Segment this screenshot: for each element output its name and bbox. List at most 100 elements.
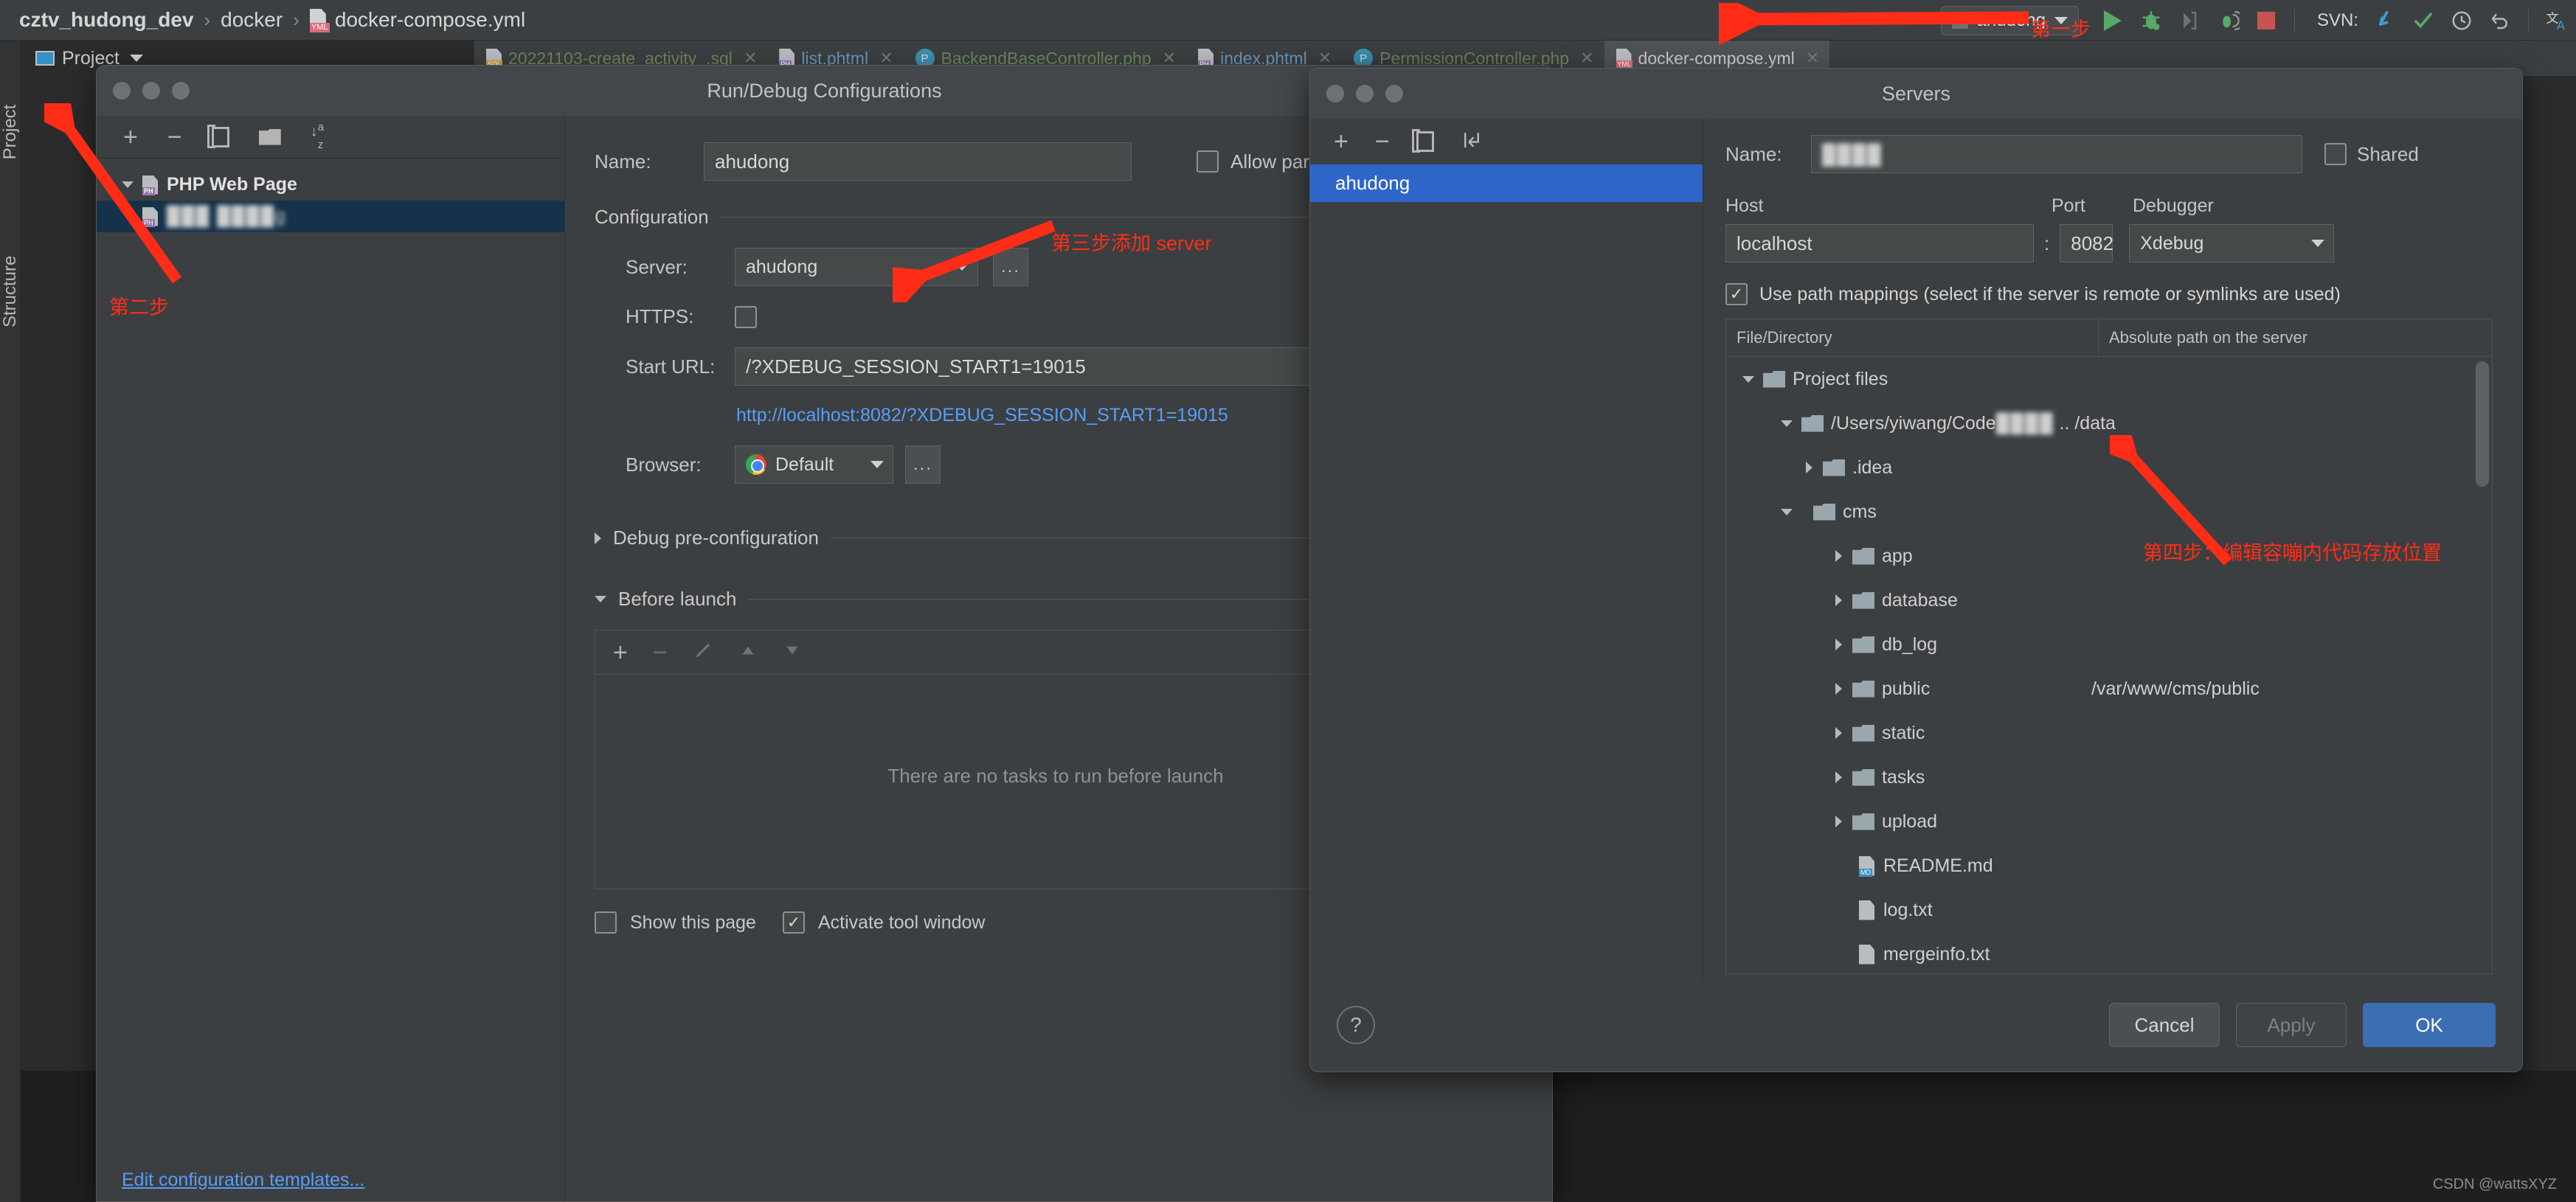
path-row-label: cms	[1843, 501, 1877, 522]
servers-dialog: Servers + − ahudong Name: ████ Shared Ho…	[1309, 68, 2523, 1072]
table-row[interactable]: cms	[1726, 490, 2492, 534]
remove-icon: −	[652, 638, 668, 667]
chevron-right-icon[interactable]	[1806, 462, 1812, 473]
chevron-right-icon[interactable]	[595, 532, 601, 544]
chevron-right-icon[interactable]	[1835, 683, 1842, 695]
chevron-down-icon[interactable]	[1742, 375, 1754, 383]
chevron-down-icon[interactable]	[129, 55, 143, 62]
folder-icon	[1823, 459, 1845, 476]
ok-button[interactable]: OK	[2363, 1003, 2496, 1047]
table-row[interactable]: mergeinfo.txt	[1726, 932, 2492, 973]
chevron-right-icon[interactable]	[1835, 816, 1842, 827]
breadcrumb-item-file[interactable]: docker-compose.yml	[335, 8, 525, 32]
copy-icon[interactable]	[207, 124, 229, 148]
browser-select[interactable]: Default	[735, 445, 893, 484]
apply-button[interactable]: Apply	[2236, 1003, 2347, 1047]
chevron-right-icon[interactable]	[1835, 594, 1842, 606]
add-icon[interactable]: +	[1334, 129, 1348, 154]
column-header-absolute-path: Absolute path on the server	[2109, 328, 2308, 347]
close-icon[interactable]: ✕	[1580, 49, 1593, 68]
table-row[interactable]: MD README.md	[1726, 844, 2492, 888]
svn-commit-icon[interactable]	[2404, 0, 2442, 41]
sidebar-item-project[interactable]: Project	[0, 103, 21, 161]
resolved-url-link[interactable]: http://localhost:8082/?XDEBUG_SESSION_ST…	[736, 405, 1228, 426]
sidebar-item-structure[interactable]: Structure	[0, 256, 21, 327]
use-path-mappings-row[interactable]: Use path mappings (select if the server …	[1725, 283, 2493, 305]
breadcrumb-item-project[interactable]: cztv_hudong_dev	[19, 8, 193, 32]
svn-rollback-icon[interactable]	[2481, 0, 2519, 41]
table-row[interactable]: upload	[1726, 799, 2492, 844]
table-row[interactable]: /Users/yiwang/Code████ .. /data	[1726, 401, 2492, 445]
server-list-item[interactable]: ahudong	[1310, 164, 1703, 202]
server-browse-button[interactable]: ...	[993, 248, 1028, 286]
use-path-mappings-checkbox[interactable]	[1725, 283, 1748, 305]
host-input[interactable]: localhost	[1725, 224, 2034, 263]
remove-icon[interactable]: −	[167, 125, 182, 150]
new-folder-icon[interactable]	[258, 128, 281, 145]
activate-tool-window-checkbox[interactable]	[782, 911, 805, 934]
chrome-icon	[746, 454, 766, 475]
run-with-coverage-button[interactable]	[2209, 0, 2247, 41]
yml-file-icon: YML	[1616, 49, 1633, 69]
chevron-right-icon[interactable]	[1835, 771, 1842, 783]
run-button[interactable]	[2094, 0, 2132, 41]
show-this-page-checkbox[interactable]	[595, 911, 617, 934]
import-icon[interactable]	[1461, 129, 1483, 155]
close-window-button	[1326, 85, 1344, 103]
column-header-file-directory: File/Directory	[1726, 319, 2099, 356]
debugger-select[interactable]: Xdebug	[2129, 224, 2335, 263]
name-input[interactable]: ahudong	[704, 142, 1132, 181]
cancel-button[interactable]: Cancel	[2109, 1003, 2220, 1047]
window-traffic-lights[interactable]	[1326, 85, 1403, 103]
shared-checkbox[interactable]	[2324, 143, 2347, 165]
copy-icon[interactable]	[1411, 129, 1434, 153]
table-row[interactable]: static	[1726, 711, 2492, 755]
svn-history-icon[interactable]	[2442, 0, 2481, 41]
move-down-icon	[783, 641, 802, 664]
attach-debugger-button[interactable]	[2170, 0, 2209, 41]
remove-icon[interactable]: −	[1375, 129, 1390, 154]
chevron-down-icon[interactable]	[122, 181, 134, 188]
help-icon[interactable]: ?	[1337, 1006, 1375, 1044]
edit-icon	[693, 640, 713, 664]
add-icon[interactable]: +	[123, 125, 138, 150]
translate-icon[interactable]: 文A	[2538, 0, 2576, 41]
tree-item-configuration[interactable]: PH ███ ████g	[97, 201, 564, 232]
table-row[interactable]: log.txt	[1726, 888, 2492, 932]
table-row[interactable]: db_log	[1726, 622, 2492, 667]
server-name-row: Name: ████ Shared	[1725, 135, 2493, 173]
chevron-down-icon[interactable]	[595, 596, 606, 602]
debug-button[interactable]	[2132, 0, 2170, 41]
table-row[interactable]: tasks	[1726, 755, 2492, 799]
annotation-step1: 第一步	[2031, 18, 2091, 41]
chevron-right-icon[interactable]	[1835, 550, 1842, 562]
minimize-window-button	[1356, 85, 1374, 103]
table-row[interactable]: database	[1726, 578, 2492, 622]
stop-button[interactable]	[2247, 0, 2285, 41]
chevron-right-icon[interactable]	[1835, 639, 1842, 650]
allow-parallel-run-checkbox[interactable]	[1197, 150, 1219, 173]
path-tree-scrollbar[interactable]	[2476, 361, 2489, 487]
sort-alphabetically-icon[interactable]: ↓a z	[311, 122, 324, 151]
table-row[interactable]: .idea	[1726, 445, 2492, 490]
tree-group-php-web-page[interactable]: PH PHP Web Page	[97, 169, 564, 201]
breadcrumb-item-docker[interactable]: docker	[221, 8, 283, 32]
https-checkbox[interactable]	[735, 305, 757, 328]
chevron-down-icon[interactable]	[1781, 508, 1793, 515]
svn-label: SVN:	[2316, 10, 2358, 30]
annotation-step4: 第四步：编辑容嘣内代码存放位置	[2143, 542, 2442, 564]
server-select[interactable]: ahudong	[735, 248, 978, 286]
chevron-right-icon[interactable]	[1835, 727, 1842, 739]
browser-browse-button[interactable]: ...	[905, 445, 941, 484]
svn-update-icon[interactable]	[2366, 0, 2404, 41]
chevron-down-icon[interactable]	[1781, 420, 1793, 427]
table-row[interactable]: Project files	[1726, 357, 2492, 401]
server-name-input[interactable]: ████	[1811, 135, 2302, 173]
table-row[interactable]: public /var/www/cms/public	[1726, 667, 2492, 711]
window-traffic-lights[interactable]	[113, 82, 190, 100]
path-row-mapping[interactable]: /var/www/cms/public	[2091, 678, 2260, 700]
port-input[interactable]: 8082	[2060, 224, 2113, 263]
edit-configuration-templates-link[interactable]: Edit configuration templates...	[122, 1170, 364, 1191]
add-icon[interactable]: +	[613, 640, 628, 665]
close-icon[interactable]: ✕	[1806, 49, 1819, 68]
